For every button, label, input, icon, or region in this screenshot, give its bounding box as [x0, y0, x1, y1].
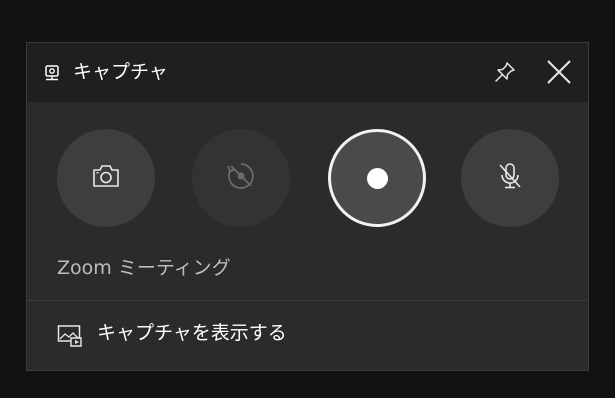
show-captures-label: キャプチャを表示する	[97, 322, 287, 344]
record-last-disabled-icon	[225, 160, 257, 196]
screenshot-button[interactable]	[57, 129, 155, 227]
gallery-icon	[57, 324, 83, 348]
mic-off-icon	[496, 161, 524, 195]
start-recording-button[interactable]	[328, 129, 426, 227]
close-button[interactable]	[542, 57, 576, 91]
record-last-30-seconds-button[interactable]	[192, 129, 290, 227]
pin-button[interactable]	[488, 57, 522, 91]
widget-titlebar: キャプチャ	[27, 43, 588, 102]
capture-widget: キャプチャ Zoom ミーティング キャプチャを表示する	[26, 42, 589, 371]
camera-icon	[92, 164, 120, 192]
show-captures-button[interactable]: キャプチャを表示する	[27, 301, 588, 371]
webcam-icon	[44, 65, 60, 81]
record-dot-icon	[366, 167, 388, 189]
close-icon	[547, 60, 571, 88]
microphone-toggle-button[interactable]	[461, 129, 559, 227]
pin-icon	[493, 60, 517, 88]
widget-title: キャプチャ	[73, 61, 168, 83]
captured-app-name: Zoom ミーティング	[57, 257, 231, 279]
